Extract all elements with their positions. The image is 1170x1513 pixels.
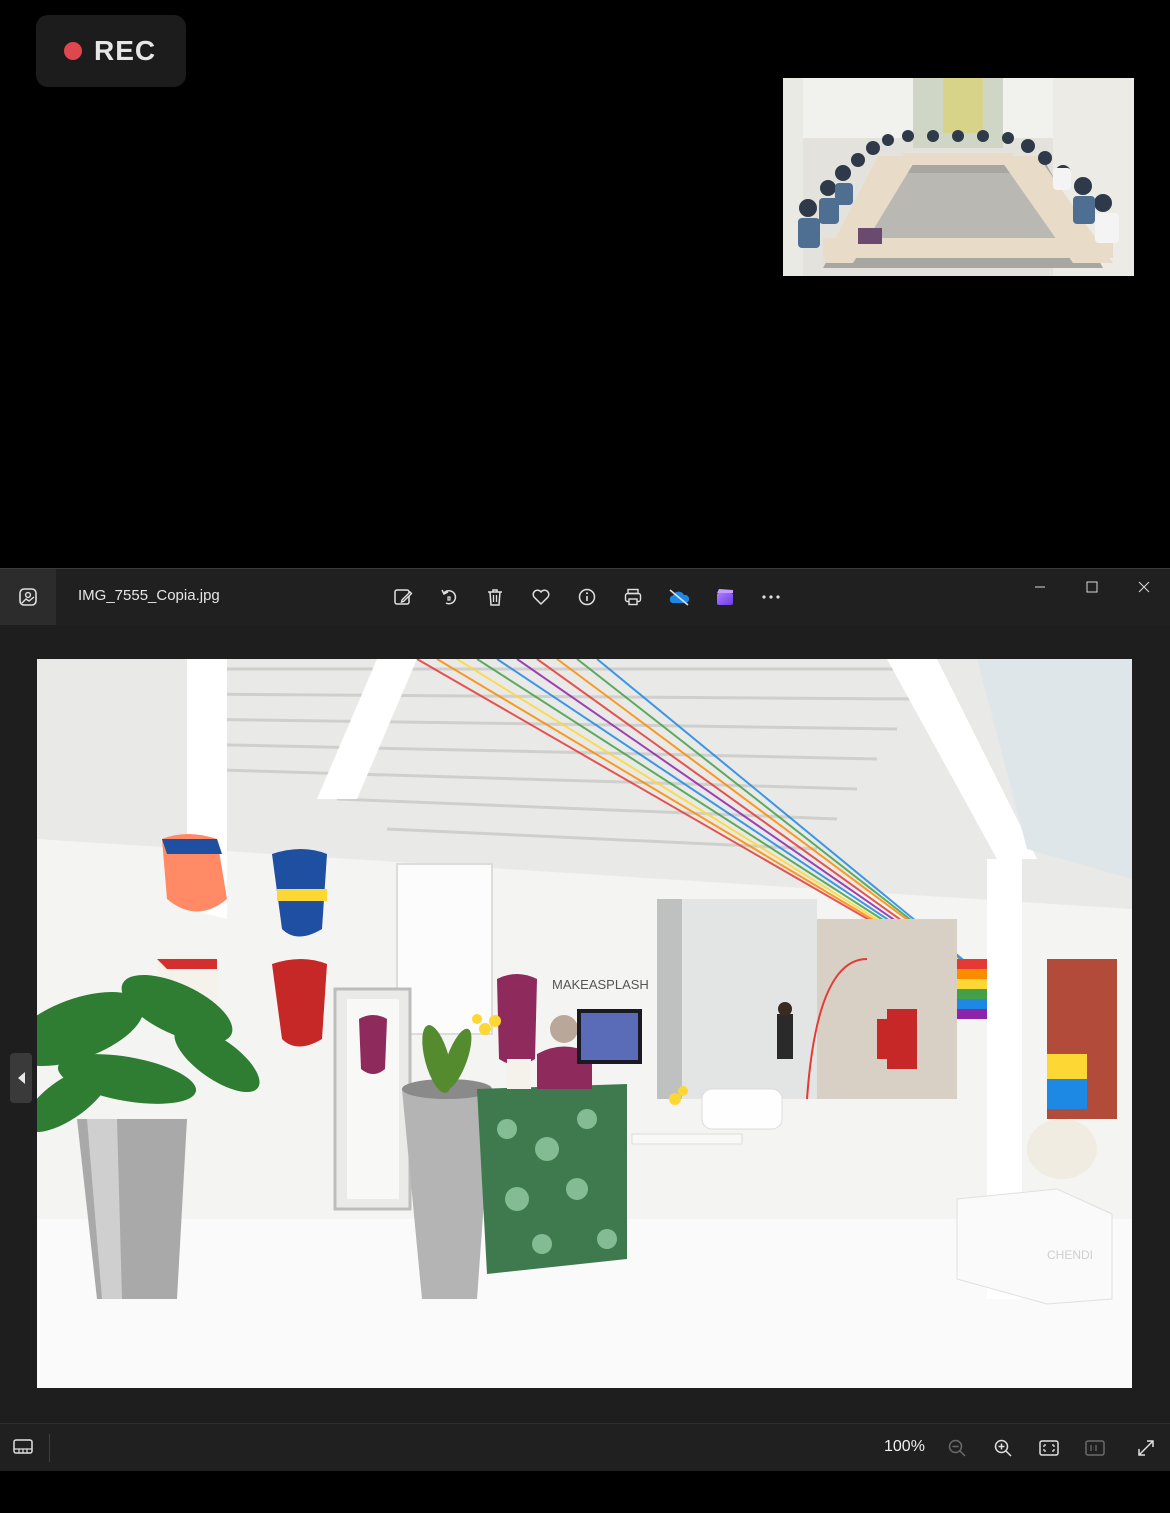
recording-badge: REC (36, 15, 186, 87)
filmstrip-button[interactable] (12, 1437, 34, 1462)
more-options-button[interactable] (756, 582, 786, 612)
status-divider (49, 1434, 50, 1462)
meeting-room-video (783, 78, 1134, 276)
close-button[interactable] (1118, 569, 1170, 605)
onedrive-icon (669, 589, 690, 606)
info-icon (578, 588, 596, 606)
favorite-button[interactable] (526, 582, 556, 612)
zoom-out-icon (948, 1439, 966, 1457)
more-icon (762, 595, 780, 599)
close-icon (1138, 581, 1150, 593)
chevron-left-icon (18, 1072, 25, 1084)
zoom-level[interactable]: 100% (884, 1438, 925, 1456)
clipchamp-icon (717, 589, 733, 605)
rotate-icon (441, 589, 457, 605)
clipchamp-button[interactable] (710, 582, 740, 612)
filmstrip-icon (13, 1439, 33, 1454)
edit-image-button[interactable] (388, 582, 418, 612)
delete-icon (488, 589, 502, 606)
makeasplash-sign: MAKEASPLASH (552, 977, 649, 992)
delete-button[interactable] (480, 582, 510, 612)
minimize-icon (1035, 586, 1045, 588)
showroom-photo: MAKEASPLASH CHENDI (37, 659, 1132, 1388)
actual-size-button[interactable] (1082, 1435, 1108, 1461)
edit-image-icon (394, 589, 413, 605)
info-button[interactable] (572, 582, 602, 612)
toolbar (388, 582, 786, 612)
expand-icon (1138, 1440, 1154, 1456)
zoom-in-button[interactable] (990, 1435, 1016, 1461)
favorite-icon (532, 589, 550, 606)
maximize-button[interactable] (1066, 569, 1118, 605)
window-controls (1014, 569, 1170, 605)
recording-dot-icon (64, 42, 82, 60)
zoom-out-button[interactable] (944, 1435, 970, 1461)
chendi-sign: CHENDI (1047, 1248, 1093, 1262)
photos-icon (19, 588, 37, 606)
photo-canvas[interactable]: MAKEASPLASH CHENDI (0, 625, 1170, 1423)
rotate-button[interactable] (434, 582, 464, 612)
previous-image-button[interactable] (10, 1053, 32, 1103)
recording-label: REC (94, 35, 157, 66)
displayed-photo[interactable]: MAKEASPLASH CHENDI (37, 659, 1132, 1388)
photos-window: IMG_7555_Copia.jpg MAKEASPLASH CHENDI 10… (0, 568, 1170, 1471)
photos-app-icon[interactable] (0, 569, 56, 625)
onedrive-button[interactable] (664, 582, 694, 612)
minimize-button[interactable] (1014, 569, 1066, 605)
full-screen-button[interactable] (1133, 1435, 1159, 1461)
status-bar: 100% (0, 1423, 1170, 1471)
maximize-icon (1086, 581, 1098, 593)
print-button[interactable] (618, 582, 648, 612)
fit-window-icon (1039, 1440, 1059, 1456)
zoom-in-icon (994, 1439, 1012, 1457)
file-name: IMG_7555_Copia.jpg (78, 587, 220, 604)
fit-to-window-button[interactable] (1036, 1435, 1062, 1461)
title-bar: IMG_7555_Copia.jpg (0, 569, 1170, 625)
participant-video-tile[interactable] (783, 78, 1134, 276)
print-icon (624, 588, 642, 606)
actual-size-icon (1085, 1440, 1105, 1456)
